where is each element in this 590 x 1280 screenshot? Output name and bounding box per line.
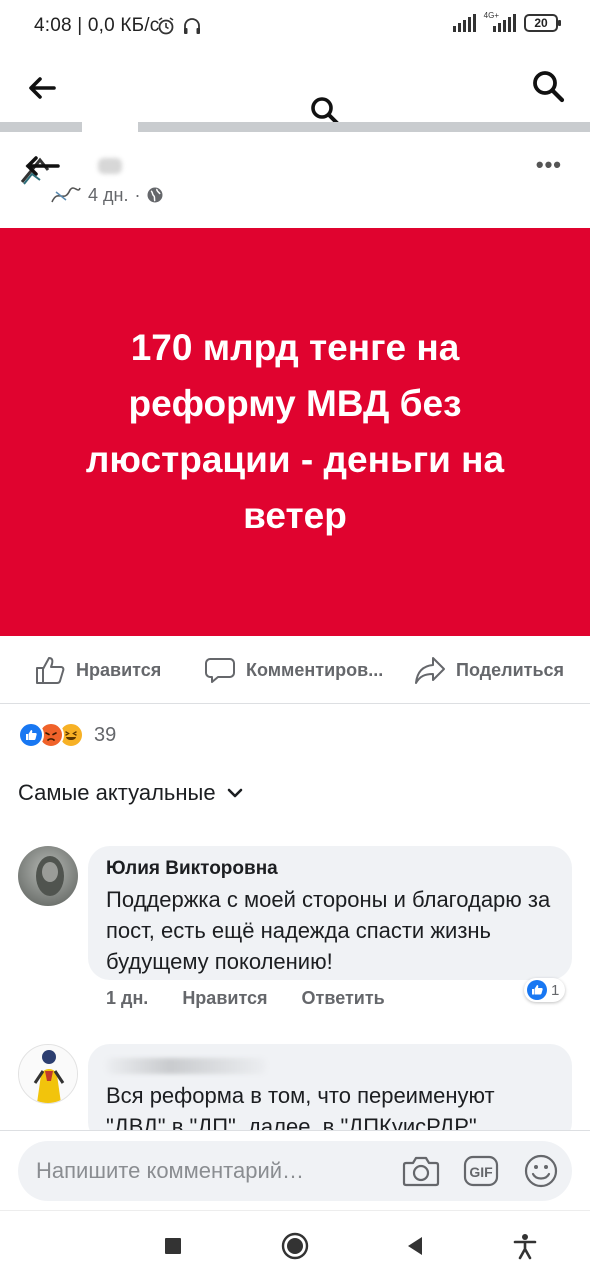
commenter-avatar[interactable]	[18, 1044, 78, 1104]
system-nav-bar	[0, 1210, 590, 1280]
cover-strip-right	[138, 122, 590, 132]
comment-input-placeholder: Напишите комментарий…	[36, 1158, 305, 1183]
chevron-down-icon	[227, 788, 242, 798]
comment-author[interactable]: Юлия Викторовна	[106, 858, 278, 880]
gif-icon[interactable]: GIF	[462, 1153, 500, 1189]
cover-strip-left	[0, 122, 82, 132]
signal-icon	[452, 14, 476, 32]
back-nav-icon[interactable]	[400, 1231, 430, 1261]
reactions-summary[interactable]: 39	[18, 722, 116, 748]
like-label: Нравится	[76, 659, 162, 680]
reaction-count: 39	[94, 723, 117, 746]
comment-bubble-icon	[205, 658, 235, 683]
sort-label: Самые актуальные	[18, 780, 216, 805]
battery-indicator: 20	[524, 14, 561, 32]
share-button[interactable]: Поделиться	[414, 654, 564, 686]
recent-apps-icon[interactable]	[158, 1231, 188, 1261]
back-arrow-icon[interactable]	[22, 68, 62, 108]
like-reaction-icon	[527, 980, 547, 1000]
doodle-icon	[51, 187, 81, 203]
search-icon[interactable]	[528, 66, 568, 106]
post-time[interactable]: 4 дн.	[88, 185, 128, 206]
globe-icon	[147, 187, 163, 203]
comment-reply-action[interactable]: Ответить	[302, 988, 385, 1009]
status-bar: 4:08 | 0,0 КБ/с 4G+ 20	[0, 0, 590, 56]
accessibility-icon[interactable]	[510, 1231, 540, 1261]
comment-author-redacted[interactable]	[106, 1058, 266, 1074]
status-left-icons	[156, 16, 202, 36]
svg-text:GIF: GIF	[469, 1164, 493, 1180]
comment-input[interactable]: Напишите комментарий… GIF	[18, 1141, 572, 1201]
author-name-redacted[interactable]	[98, 158, 122, 174]
comment-button[interactable]: Комментиров...	[204, 654, 383, 686]
post-actions: Нравится Комментиров... Поделиться	[0, 636, 590, 704]
status-time-speed: 4:08 | 0,0 КБ/с	[34, 15, 160, 36]
thumbs-up-icon	[36, 657, 65, 684]
post-image[interactable]: 170 млрд тенге на реформу МВД без люстра…	[0, 228, 590, 636]
alarm-icon	[158, 17, 174, 35]
meta-separator: ·	[134, 184, 141, 205]
like-reaction-icon	[18, 722, 44, 748]
comment-sort-dropdown[interactable]: Самые актуальные	[18, 780, 244, 806]
post-image-text: 170 млрд тенге на реформу МВД без люстра…	[85, 327, 505, 536]
comment-text: Поддержка с моей стороны и благодарю за …	[106, 887, 551, 974]
network-type-label: 4G+	[483, 10, 499, 20]
post-meta: 4 дн. ·	[50, 184, 164, 206]
comment-meta: 1 дн. Нравится Ответить	[106, 988, 385, 1009]
home-icon[interactable]	[280, 1231, 310, 1261]
comment-time[interactable]: 1 дн.	[106, 988, 148, 1009]
post-header: 4 дн. · •••	[0, 140, 590, 228]
comment-like-count[interactable]: 1	[524, 978, 566, 1002]
comment-composer-bar: Напишите комментарий… GIF	[0, 1130, 590, 1210]
comment-like-action[interactable]: Нравится	[182, 988, 267, 1009]
comment-label: Комментиров...	[246, 659, 384, 680]
commenter-avatar[interactable]	[18, 846, 78, 906]
status-right-icons: 4G+ 20	[452, 10, 561, 32]
camera-icon[interactable]	[402, 1153, 440, 1189]
app-bar	[0, 56, 590, 126]
like-button[interactable]: Нравится	[34, 654, 161, 686]
more-options-button[interactable]: •••	[536, 152, 562, 178]
share-label: Поделиться	[456, 659, 565, 680]
headphones-icon	[184, 18, 200, 34]
emoji-icon[interactable]	[522, 1153, 560, 1189]
share-arrow-icon	[415, 657, 445, 684]
